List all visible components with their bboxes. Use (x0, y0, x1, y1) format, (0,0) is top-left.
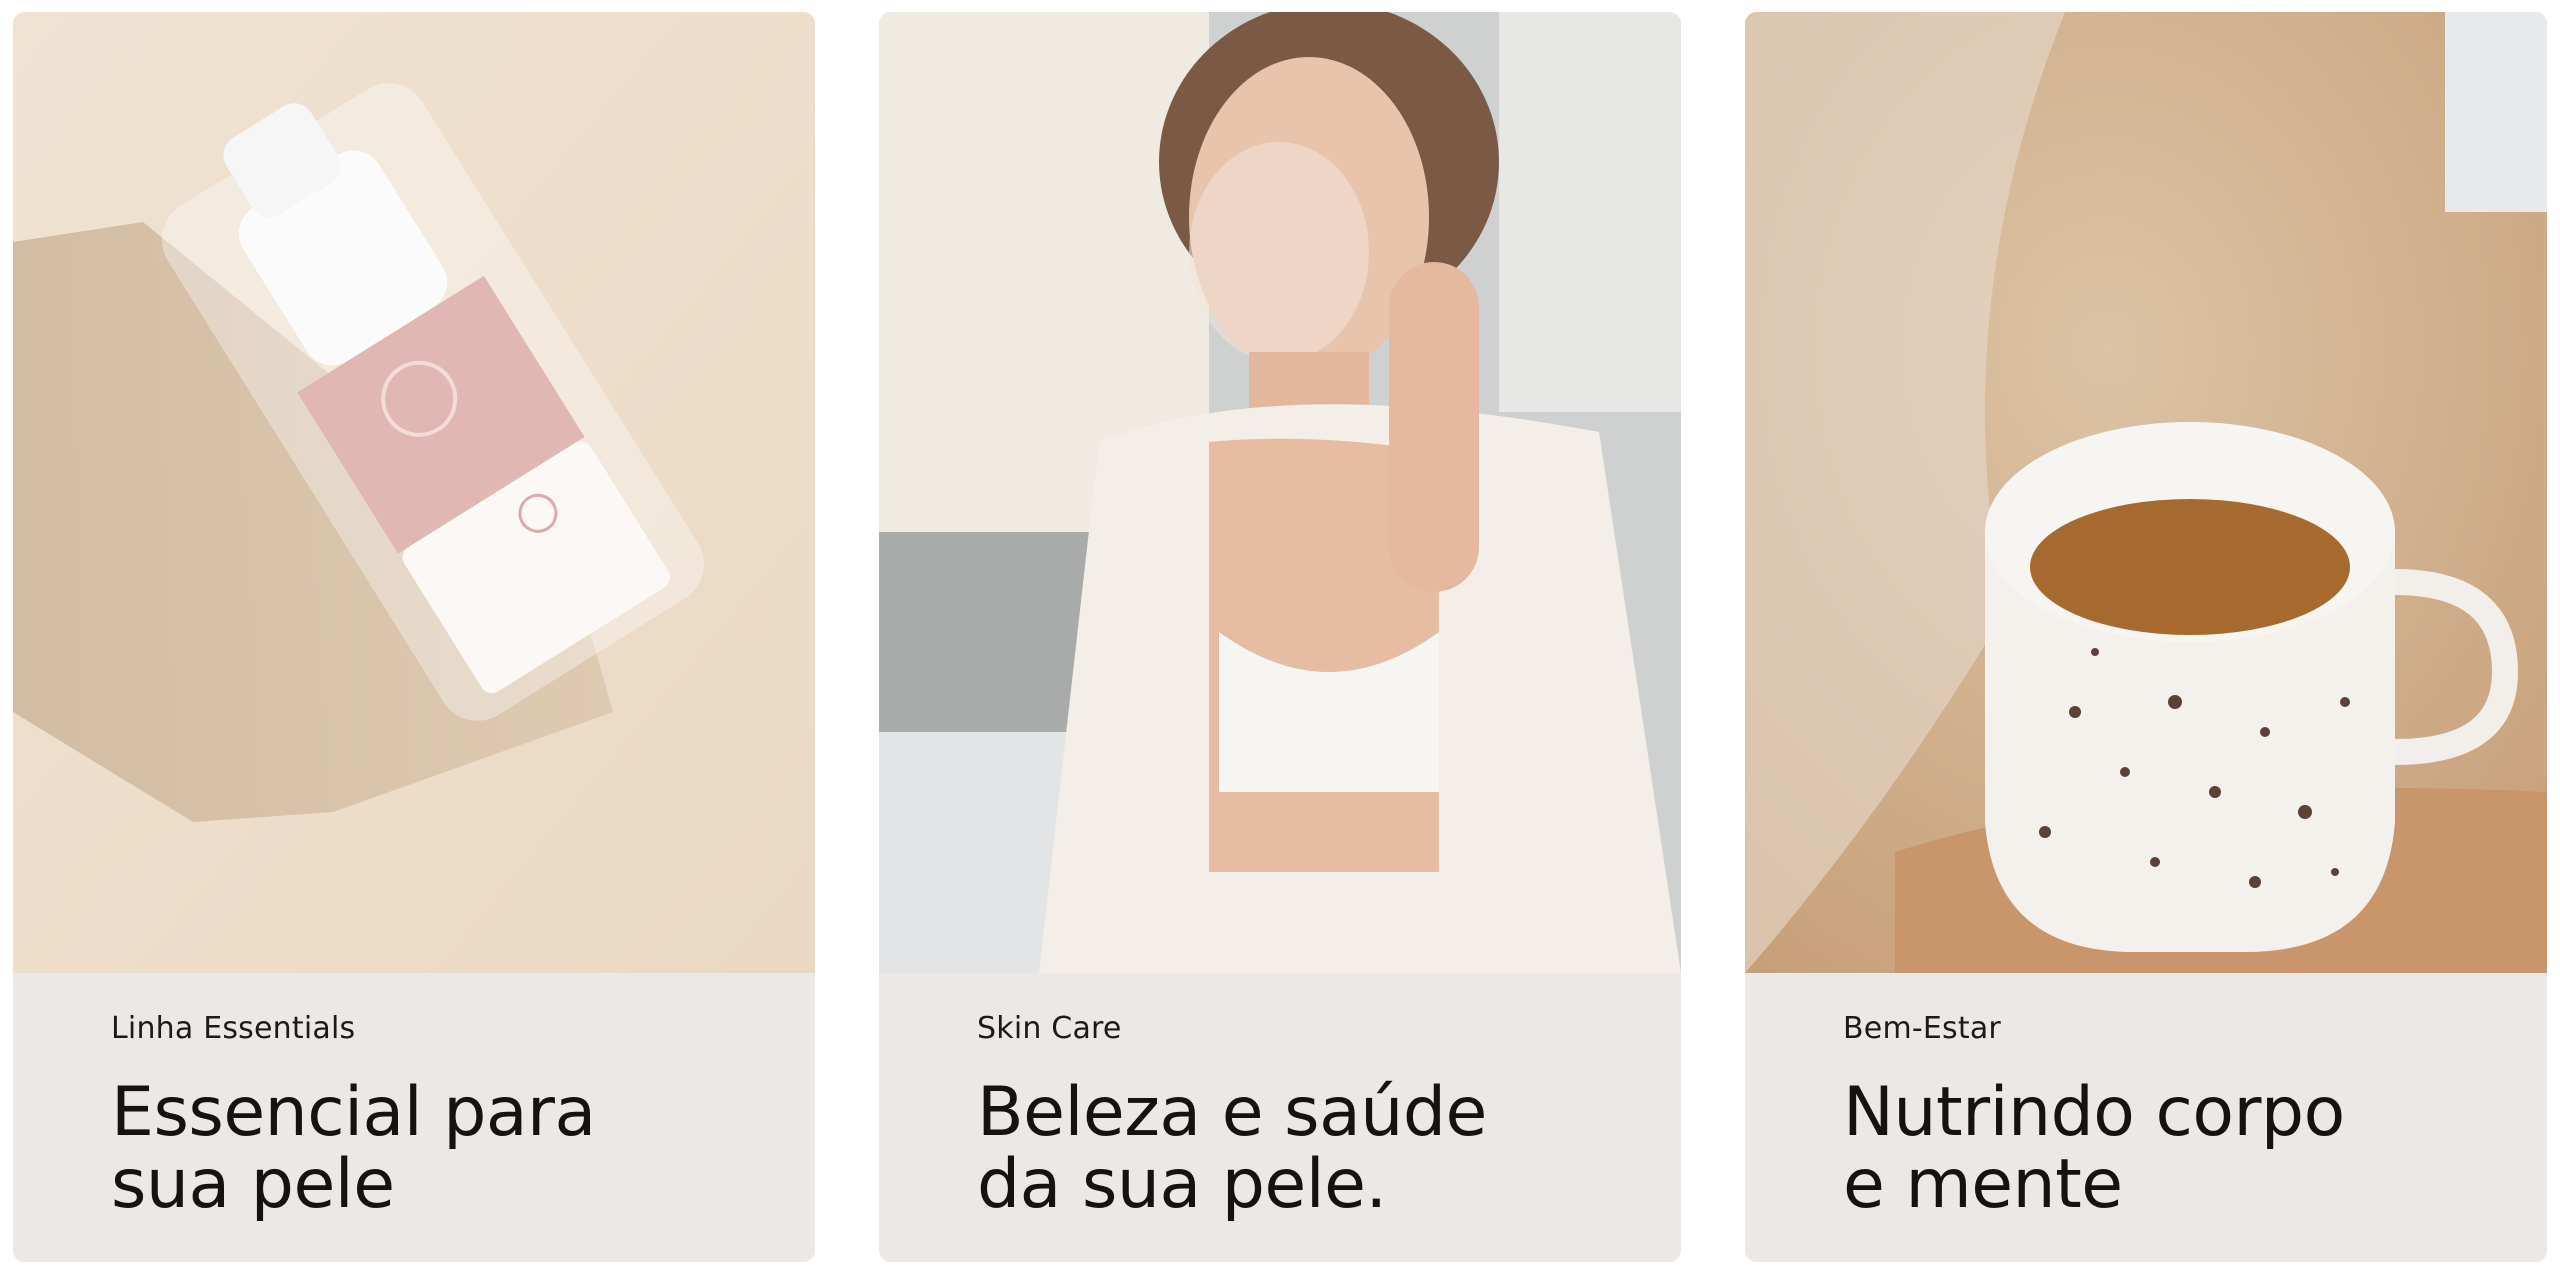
card-headline-line-1: Beleza e saúde (977, 1073, 1487, 1152)
tea-mug-illustration (1745, 12, 2547, 973)
card-headline-line-2: da sua pele. (977, 1145, 1387, 1224)
card-eyebrow: Linha Essentials (111, 1011, 356, 1046)
card-caption: Bem-Estar Nutrindo corpo e mente (1745, 973, 2547, 1262)
card-headline-line-2: sua pele (111, 1145, 395, 1224)
card-image-woman-cleansing-face (879, 12, 1681, 973)
card-headline-line-1: Essencial para (111, 1073, 596, 1152)
woman-cleansing-face-illustration (879, 12, 1681, 973)
serum-bottle-illustration (13, 12, 815, 973)
category-card-bem-estar[interactable]: Bem-Estar Nutrindo corpo e mente (1745, 12, 2547, 1262)
category-card-skin-care[interactable]: Skin Care Beleza e saúde da sua pele. (879, 12, 1681, 1262)
card-headline: Nutrindo corpo e mente (1843, 1077, 2483, 1221)
card-headline: Essencial para sua pele (111, 1077, 751, 1221)
card-caption: Skin Care Beleza e saúde da sua pele. (879, 973, 1681, 1262)
card-image-serum-bottle (13, 12, 815, 973)
card-image-tea-mug (1745, 12, 2547, 973)
card-headline-line-2: e mente (1843, 1145, 2123, 1224)
category-card-essentials[interactable]: Linha Essentials Essencial para sua pele (13, 12, 815, 1262)
card-caption: Linha Essentials Essencial para sua pele (13, 973, 815, 1262)
card-eyebrow: Bem-Estar (1843, 1011, 2001, 1046)
card-headline-line-1: Nutrindo corpo (1843, 1073, 2345, 1152)
category-card-grid: Linha Essentials Essencial para sua pele (0, 0, 2560, 1277)
card-headline: Beleza e saúde da sua pele. (977, 1077, 1617, 1221)
card-eyebrow: Skin Care (977, 1011, 1122, 1046)
